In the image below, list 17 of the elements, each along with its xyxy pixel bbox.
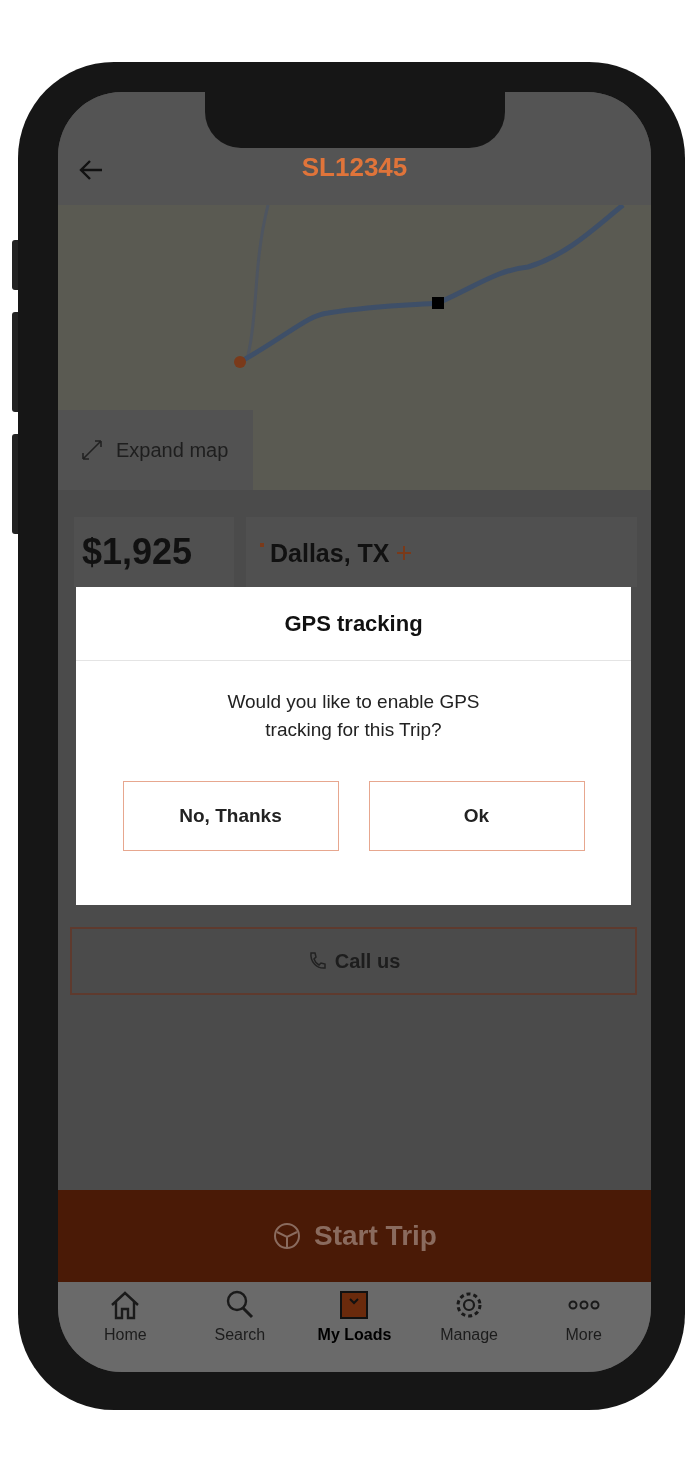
plus-icon: [395, 545, 412, 561]
expand-arrows-icon: [80, 438, 104, 462]
steering-wheel-icon: [272, 1221, 303, 1251]
dialog-button[interactable]: Ok: [368, 781, 585, 852]
price-text: $1,925: [74, 517, 234, 587]
more-icon: [566, 1300, 601, 1310]
header-title: SL12345: [301, 152, 408, 183]
origin-city: Dallas, TX: [270, 539, 390, 568]
nav-tab[interactable]: Search: [194, 1288, 285, 1372]
nav-tab[interactable]: My Loads: [309, 1288, 400, 1372]
dialog-title: GPS tracking: [76, 587, 631, 661]
nav-tab[interactable]: Manage: [424, 1288, 515, 1372]
nav-tab[interactable]: Home: [80, 1288, 171, 1372]
nav-tab[interactable]: More: [538, 1288, 629, 1372]
dialog-message: Would you like to enable GPS tracking for this Trip?: [226, 690, 481, 742]
start-trip-button[interactable]: Start Trip: [58, 1190, 651, 1282]
dialog-button[interactable]: No, Thanks: [122, 781, 339, 852]
